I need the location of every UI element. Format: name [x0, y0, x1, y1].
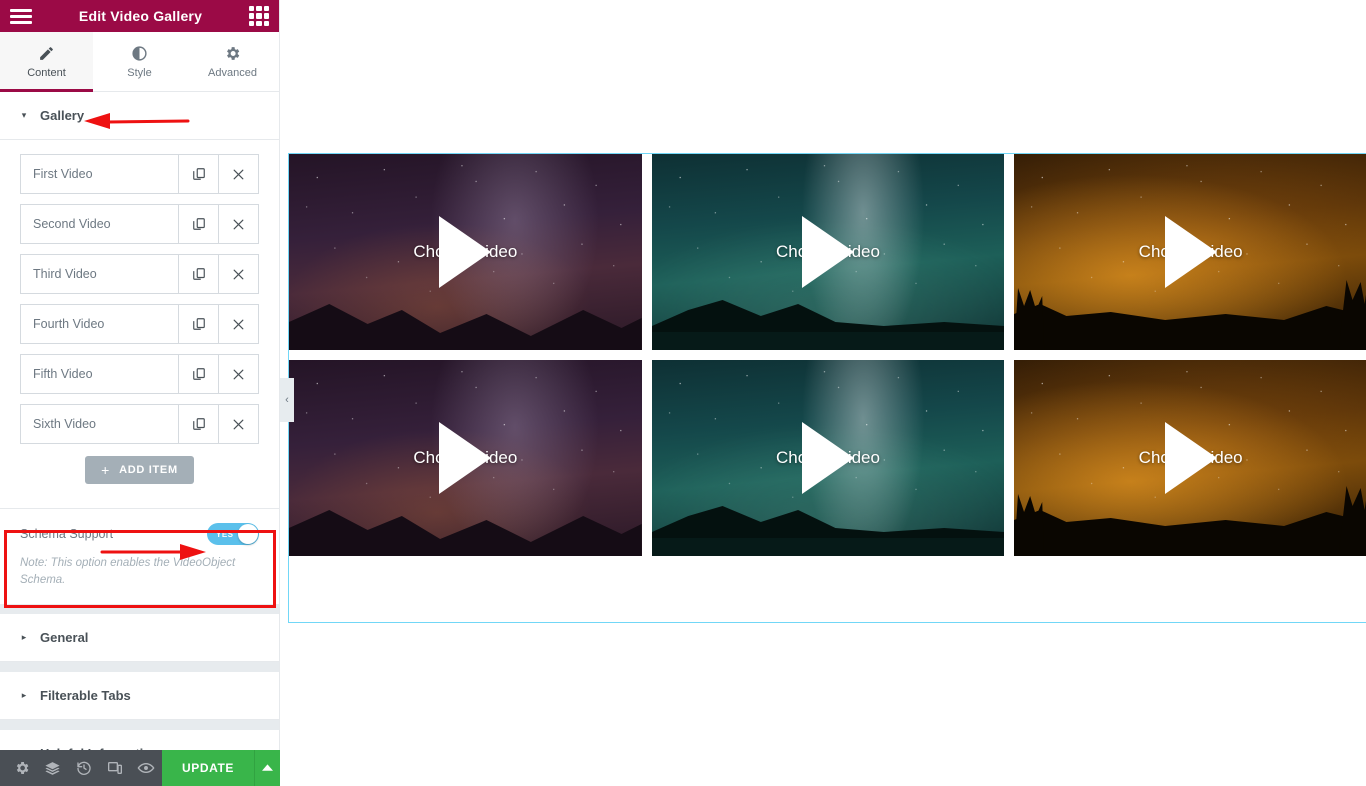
- list-item[interactable]: Second Video: [20, 204, 259, 244]
- update-options-caret-icon[interactable]: [254, 750, 280, 786]
- close-icon[interactable]: [218, 305, 258, 343]
- add-item-button[interactable]: + ADD ITEM: [85, 456, 194, 484]
- toggle-knob: [238, 524, 258, 544]
- schema-support-note: Note: This option enables the VideoObjec…: [20, 557, 236, 586]
- section-general-header[interactable]: ▸ General: [0, 614, 279, 663]
- play-icon[interactable]: [1164, 422, 1217, 494]
- video-gallery-grid: Choose video Choose video Choose video C…: [289, 154, 1366, 556]
- schema-support-label: Schema Support: [20, 527, 114, 541]
- plus-icon: +: [101, 462, 111, 478]
- repeater-item-title[interactable]: Third Video: [21, 255, 178, 293]
- play-icon[interactable]: [801, 216, 854, 288]
- repeater-item-title[interactable]: Fourth Video: [21, 305, 178, 343]
- update-group: UPDATE: [161, 750, 280, 786]
- copy-icon[interactable]: [178, 155, 218, 193]
- add-item-row: + ADD ITEM: [20, 454, 259, 498]
- video-thumbnail-3[interactable]: Choose video: [1014, 154, 1366, 350]
- video-thumbnail-6[interactable]: Choose video: [1014, 360, 1366, 556]
- add-item-label: ADD ITEM: [119, 464, 178, 476]
- section-filterable-tabs-header[interactable]: ▸ Filterable Tabs: [0, 672, 279, 721]
- tab-content[interactable]: Content: [0, 32, 93, 92]
- page-title: Edit Video Gallery: [78, 8, 203, 24]
- responsive-mode-icon[interactable]: [100, 750, 131, 786]
- section-divider: [0, 720, 279, 731]
- panel-content-scroll: ▾ Gallery First Video Second Video Third…: [0, 92, 279, 786]
- update-button[interactable]: UPDATE: [161, 750, 254, 786]
- section-gallery-body: First Video Second Video Third Video Fou…: [0, 140, 279, 508]
- play-icon[interactable]: [439, 422, 492, 494]
- panel-header: Edit Video Gallery: [0, 0, 279, 32]
- panel-tabs: Content Style Advanced: [0, 32, 279, 92]
- list-item[interactable]: Sixth Video: [20, 404, 259, 444]
- section-divider: [0, 662, 279, 673]
- repeater-list: First Video Second Video Third Video Fou…: [20, 154, 259, 444]
- copy-icon[interactable]: [178, 305, 218, 343]
- toggle-value: YES: [216, 529, 234, 539]
- list-item[interactable]: Third Video: [20, 254, 259, 294]
- video-thumbnail-2[interactable]: Choose video: [651, 154, 1005, 350]
- panel-collapse-handle[interactable]: ‹: [280, 378, 294, 422]
- panel-footer-toolbar: UPDATE: [0, 750, 280, 786]
- close-icon[interactable]: [218, 255, 258, 293]
- list-item[interactable]: First Video: [20, 154, 259, 194]
- close-icon[interactable]: [218, 155, 258, 193]
- chevron-right-icon: ▸: [21, 690, 27, 701]
- schema-support-control: Schema Support YES Note: This option ena…: [0, 508, 279, 605]
- apps-grid-icon[interactable]: [249, 6, 269, 26]
- copy-icon[interactable]: [178, 405, 218, 443]
- tab-style[interactable]: Style: [93, 32, 186, 91]
- copy-icon[interactable]: [178, 355, 218, 393]
- play-icon[interactable]: [1164, 216, 1217, 288]
- video-thumbnail-1[interactable]: Choose video: [289, 154, 642, 350]
- tab-style-label: Style: [127, 66, 152, 79]
- section-divider: [0, 604, 279, 615]
- chevron-left-icon: ‹: [285, 394, 289, 406]
- section-gallery-label: Gallery: [40, 108, 85, 123]
- list-item[interactable]: Fifth Video: [20, 354, 259, 394]
- section-general-label: General: [40, 630, 89, 646]
- chevron-down-icon: ▾: [21, 110, 27, 120]
- close-icon[interactable]: [218, 355, 258, 393]
- navigator-layers-icon[interactable]: [37, 750, 68, 786]
- tab-advanced-label: Advanced: [208, 66, 257, 79]
- section-filterable-tabs-label: Filterable Tabs: [40, 688, 131, 704]
- tab-content-label: Content: [27, 66, 66, 79]
- video-gallery-widget[interactable]: Choose video Choose video Choose video C…: [288, 153, 1366, 623]
- preview-eye-icon[interactable]: [131, 750, 162, 786]
- settings-gear-icon[interactable]: [6, 750, 37, 786]
- list-item[interactable]: Fourth Video: [20, 304, 259, 344]
- schema-support-toggle[interactable]: YES: [207, 523, 259, 545]
- close-icon[interactable]: [218, 205, 258, 243]
- gear-icon: [224, 45, 241, 62]
- video-thumbnail-5[interactable]: Choose video: [651, 360, 1005, 556]
- repeater-item-title[interactable]: First Video: [21, 155, 178, 193]
- section-gallery-header[interactable]: ▾ Gallery: [0, 92, 279, 140]
- repeater-item-title[interactable]: Sixth Video: [21, 405, 178, 443]
- repeater-item-title[interactable]: Second Video: [21, 205, 178, 243]
- play-icon[interactable]: [801, 422, 854, 494]
- copy-icon[interactable]: [178, 205, 218, 243]
- copy-icon[interactable]: [178, 255, 218, 293]
- history-clock-icon[interactable]: [68, 750, 99, 786]
- close-icon[interactable]: [218, 405, 258, 443]
- video-thumbnail-4[interactable]: Choose video: [289, 360, 642, 556]
- tab-advanced[interactable]: Advanced: [186, 32, 279, 91]
- chevron-right-icon: ▸: [21, 632, 27, 643]
- repeater-item-title[interactable]: Fifth Video: [21, 355, 178, 393]
- hamburger-icon[interactable]: [10, 8, 32, 24]
- editor-canvas: ‹ Choose video Choose video Choose video…: [280, 0, 1366, 786]
- play-icon[interactable]: [439, 216, 492, 288]
- pencil-icon: [38, 45, 55, 62]
- contrast-icon: [131, 45, 148, 62]
- elementor-editor-panel: Edit Video Gallery Content Style Advance…: [0, 0, 280, 786]
